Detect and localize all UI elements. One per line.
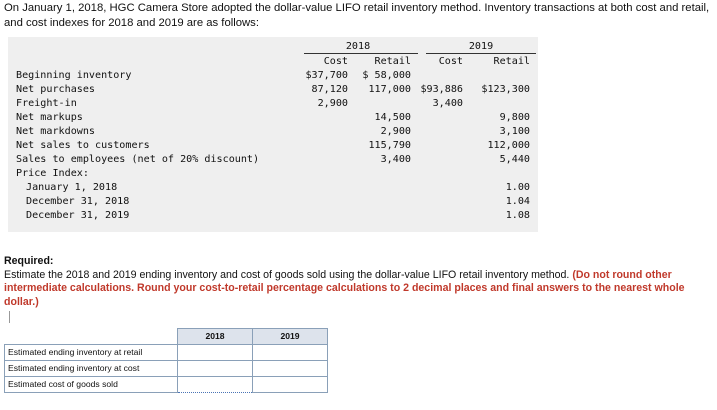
- table-row-label: December 31, 2019: [26, 210, 130, 221]
- table-cell: 1.04: [505, 196, 530, 207]
- table-cell: 3,100: [499, 126, 530, 137]
- answer-input-cogs-2019[interactable]: [252, 375, 328, 393]
- table-row-label: Price Index:: [16, 168, 89, 179]
- answer-row-label: Estimated cost of goods sold: [4, 375, 178, 393]
- table-row-label: Freight-in: [16, 98, 77, 109]
- year-header: 2018: [345, 41, 371, 52]
- table-cell: 87,120: [311, 84, 348, 95]
- table-cell: 2,900: [317, 98, 348, 109]
- answer-row-label: Estimated ending inventory at retail: [4, 343, 178, 361]
- table-cell: 2,900: [380, 126, 411, 137]
- table-row-label: Beginning inventory: [16, 70, 132, 81]
- column-header: Retail: [493, 56, 530, 67]
- table-cell: 1.00: [505, 182, 530, 193]
- answer-head-2018: 2018: [177, 328, 253, 345]
- table-row-label: Net sales to customers: [16, 140, 150, 151]
- inventory-data-table: 2018 2019 Cost Retail Cost Retail Beginning in…: [8, 37, 538, 232]
- answer-row-label: Estimated ending inventory at cost: [4, 359, 178, 377]
- column-header: Retail: [374, 56, 411, 67]
- answer-input-retail-2019[interactable]: [252, 343, 328, 361]
- answer-table: 2018 2019 Estimated ending inventory at …: [4, 328, 328, 393]
- table-row-label: Net markdowns: [16, 126, 96, 137]
- answer-head-2019: 2019: [252, 328, 328, 345]
- requirement-block: Required: Estimate the 2018 and 2019 end…: [4, 255, 716, 309]
- table-cell: 1.08: [505, 210, 530, 221]
- table-row-label: December 31, 2018: [26, 196, 130, 207]
- table-row-label: Sales to employees (net of 20% discount): [16, 154, 260, 165]
- year-header: 2019: [468, 41, 494, 52]
- answer-corner: [4, 328, 178, 344]
- column-header: Cost: [323, 56, 348, 67]
- table-cell: 112,000: [487, 140, 530, 151]
- table-cell: 9,800: [499, 112, 530, 123]
- answer-input-retail-2018[interactable]: [177, 343, 253, 361]
- answer-input-cost-2018[interactable]: [177, 359, 253, 377]
- required-text: Estimate the 2018 and 2019 ending invent…: [4, 268, 570, 281]
- text-cursor: [9, 311, 10, 323]
- table-cell: 3,400: [380, 154, 411, 165]
- table-cell: 14,500: [374, 112, 411, 123]
- table-cell: 3,400: [432, 98, 463, 109]
- table-cell: $123,300: [481, 84, 530, 95]
- table-row-label: Net markups: [16, 112, 83, 123]
- answer-input-cost-2019[interactable]: [252, 359, 328, 377]
- table-cell: $37,700: [305, 70, 348, 81]
- table-cell: 115,790: [368, 140, 411, 151]
- answer-input-cogs-2018[interactable]: [177, 375, 253, 393]
- problem-intro: On January 1, 2018, HGC Camera Store ado…: [4, 2, 710, 29]
- table-cell: $93,886: [420, 84, 463, 95]
- header-divider: [304, 53, 418, 54]
- required-heading: Required:: [4, 255, 54, 267]
- header-divider: [426, 53, 536, 54]
- table-cell: $ 58,000: [362, 70, 411, 81]
- table-row-label: Net purchases: [16, 84, 96, 95]
- table-row-label: January 1, 2018: [26, 182, 118, 193]
- column-header: Cost: [438, 56, 463, 67]
- table-cell: 5,440: [499, 154, 530, 165]
